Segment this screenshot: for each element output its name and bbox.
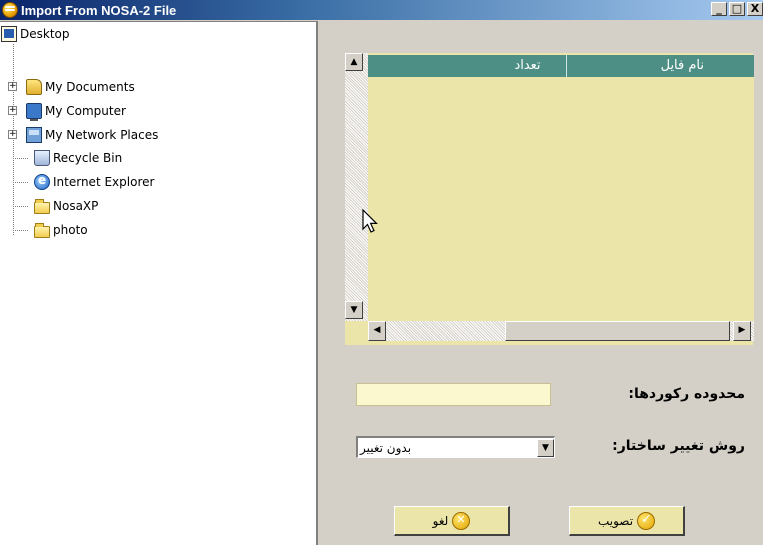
- expand-my-computer-icon[interactable]: +: [8, 106, 17, 115]
- record-range-label: محدوده رکوردها:: [628, 386, 745, 402]
- tree-item-label: Recycle Bin: [53, 151, 123, 165]
- tree-item-my-documents[interactable]: My Documents: [26, 75, 135, 99]
- cancel-button-label: لغو: [432, 513, 449, 528]
- structure-change-select[interactable]: بدون تغيير ▼: [356, 436, 555, 458]
- network-places-icon: [26, 127, 42, 143]
- record-range-input[interactable]: [356, 383, 551, 406]
- app-icon: [2, 2, 18, 18]
- my-documents-icon: [26, 79, 42, 95]
- column-header-count[interactable]: تعداد: [489, 55, 567, 77]
- tree-item-nosaxp[interactable]: NosaXP: [34, 194, 98, 218]
- approve-button-label: تصويب: [597, 513, 634, 528]
- chevron-down-icon[interactable]: ▼: [537, 438, 554, 457]
- scroll-down-button[interactable]: ▼: [345, 301, 363, 319]
- mouse-cursor-icon: [362, 209, 378, 233]
- scroll-right-button[interactable]: ▶: [733, 321, 751, 341]
- cancel-x-icon: [452, 511, 471, 530]
- folder-icon: [34, 222, 50, 238]
- column-header-file-name[interactable]: نام فايل: [567, 55, 754, 77]
- grid-header: تعداد نام فايل: [368, 55, 754, 77]
- tree-item-label: My Network Places: [45, 128, 159, 142]
- tree-item-my-computer[interactable]: My Computer: [26, 99, 126, 123]
- cancel-button[interactable]: لغو: [394, 506, 510, 536]
- expand-my-documents-icon[interactable]: +: [8, 82, 17, 91]
- tree-item-my-network-places[interactable]: My Network Places: [26, 123, 158, 147]
- tree-line: [13, 206, 28, 207]
- tree-line: [13, 182, 28, 183]
- scroll-left-button[interactable]: ◀: [368, 321, 386, 341]
- horizontal-scroll-thumb[interactable]: [505, 321, 730, 341]
- tree-item-label: NosaXP: [53, 199, 99, 213]
- approve-button[interactable]: تصويب: [569, 506, 685, 536]
- tree-line: [13, 230, 28, 231]
- internet-explorer-icon: [34, 173, 50, 190]
- expand-network-places-icon[interactable]: +: [8, 130, 17, 139]
- minimize-button[interactable]: _: [711, 2, 727, 16]
- tree-item-label: Internet Explorer: [53, 175, 155, 189]
- desktop-icon: [1, 26, 17, 42]
- tree-item-label: photo: [53, 223, 88, 237]
- structure-change-value: بدون تغيير: [360, 440, 412, 455]
- grid-body[interactable]: [368, 77, 754, 321]
- structure-change-label: روش تغيير ساختار:: [612, 438, 745, 454]
- tree-item-label: My Computer: [45, 104, 126, 118]
- vertical-scrollbar[interactable]: [345, 53, 368, 321]
- close-button[interactable]: X: [747, 2, 763, 16]
- checkmark-icon: [637, 511, 656, 530]
- tree-item-label: My Documents: [45, 80, 135, 94]
- title-bar: Import From NOSA-2 File _ □ X: [0, 0, 763, 20]
- folder-tree[interactable]: Desktop + My Documents + My Computer + M…: [0, 21, 318, 545]
- recycle-bin-icon: [34, 150, 50, 166]
- scroll-up-button[interactable]: ▲: [345, 53, 363, 71]
- window-title: Import From NOSA-2 File: [21, 2, 177, 18]
- maximize-button[interactable]: □: [729, 2, 745, 16]
- folder-icon: [34, 198, 50, 214]
- tree-line: [13, 158, 28, 159]
- tree-item-label: Desktop: [20, 27, 70, 41]
- tree-item-internet-explorer[interactable]: Internet Explorer: [34, 170, 154, 194]
- tree-item-photo[interactable]: photo: [34, 218, 88, 242]
- tree-item-desktop[interactable]: Desktop: [1, 22, 70, 46]
- tree-item-recycle-bin[interactable]: Recycle Bin: [34, 146, 122, 170]
- my-computer-icon: [26, 103, 42, 121]
